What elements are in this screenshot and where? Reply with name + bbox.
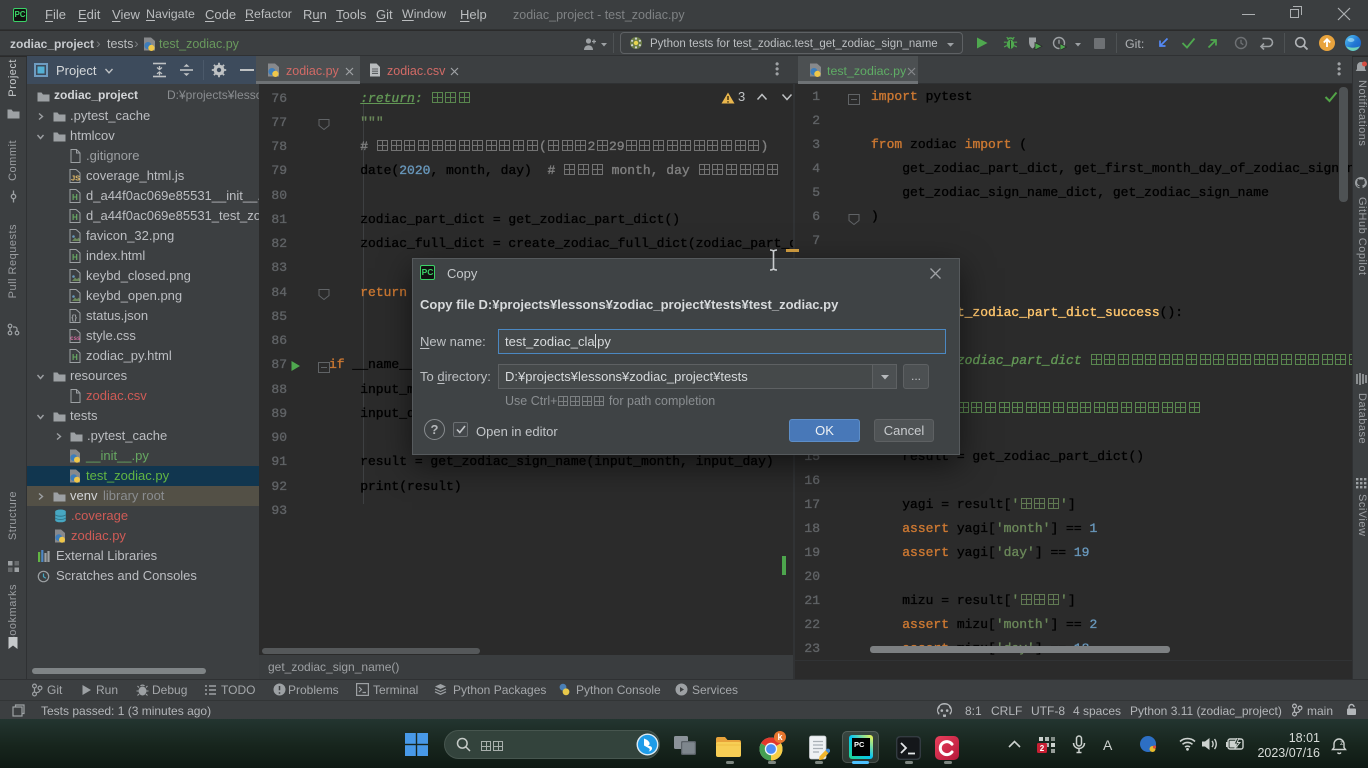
svg-text:H: H — [72, 353, 78, 362]
svg-text:{}: {} — [71, 313, 77, 322]
svg-text:css: css — [70, 336, 81, 342]
svg-text:JS: JS — [71, 174, 80, 183]
svg-text:H: H — [72, 213, 78, 222]
svg-text:H: H — [72, 193, 78, 202]
svg-text:z: z — [1340, 740, 1344, 747]
svg-text:PC: PC — [854, 740, 865, 749]
svg-text:2: 2 — [1040, 744, 1045, 753]
svg-text:H: H — [72, 253, 78, 262]
